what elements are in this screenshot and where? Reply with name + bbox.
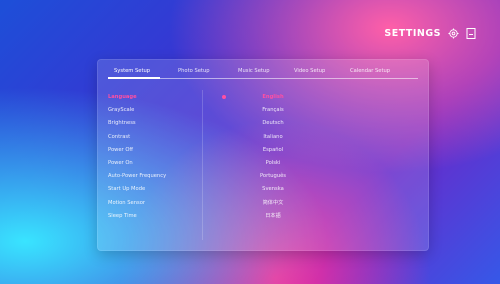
language-option-svenska[interactable]: Svenska bbox=[218, 183, 328, 196]
menu-item-sleep-time[interactable]: Sleep Time bbox=[108, 210, 200, 223]
language-list: English Français Deutsch Italiano Españo… bbox=[218, 91, 328, 223]
language-option-japanese[interactable]: 日本語 bbox=[218, 210, 328, 223]
page-title: SETTINGS bbox=[384, 27, 441, 39]
menu-item-power-on[interactable]: Power On bbox=[108, 157, 200, 170]
menu-item-brightness[interactable]: Brightness bbox=[108, 117, 200, 130]
active-tab-indicator bbox=[108, 77, 160, 79]
menu-item-language[interactable]: Language bbox=[108, 91, 200, 104]
tab-photo-setup[interactable]: Photo Setup bbox=[178, 68, 210, 74]
menu-item-start-up-mode[interactable]: Start Up Mode bbox=[108, 183, 200, 196]
language-option-simplified-chinese[interactable]: 简体中文 bbox=[218, 197, 328, 210]
tab-system-setup[interactable]: System Setup bbox=[114, 68, 150, 74]
tab-video-setup[interactable]: Video Setup bbox=[294, 68, 325, 74]
language-option-deutsch[interactable]: Deutsch bbox=[218, 117, 328, 130]
tab-calendar-setup[interactable]: Calendar Setup bbox=[350, 68, 390, 74]
file-icon[interactable] bbox=[465, 27, 477, 39]
menu-item-grayscale[interactable]: GrayScale bbox=[108, 104, 200, 117]
menu-item-motion-sensor[interactable]: Motion Sensor bbox=[108, 197, 200, 210]
menu-item-power-off[interactable]: Power Off bbox=[108, 144, 200, 157]
language-option-espanol[interactable]: Español bbox=[218, 144, 328, 157]
device-screen: SETTINGS System Setup Photo Setup Music … bbox=[7, 7, 493, 279]
language-option-english[interactable]: English bbox=[218, 91, 328, 104]
tab-music-setup[interactable]: Music Setup bbox=[238, 68, 270, 74]
menu-item-auto-power-frequency[interactable]: Auto-Power Frequency bbox=[108, 170, 200, 183]
header-bar: SETTINGS bbox=[384, 25, 477, 41]
settings-gear-icon[interactable] bbox=[447, 27, 459, 39]
settings-tabs: System Setup Photo Setup Music Setup Vid… bbox=[98, 68, 428, 82]
column-divider bbox=[202, 90, 203, 240]
language-option-polski[interactable]: Polski bbox=[218, 157, 328, 170]
menu-item-contrast[interactable]: Contrast bbox=[108, 131, 200, 144]
language-option-italiano[interactable]: Italiano bbox=[218, 131, 328, 144]
language-option-portugues[interactable]: Português bbox=[218, 170, 328, 183]
settings-panel: System Setup Photo Setup Music Setup Vid… bbox=[97, 59, 429, 251]
system-menu: Language GrayScale Brightness Contrast P… bbox=[108, 91, 200, 223]
language-option-francais[interactable]: Français bbox=[218, 104, 328, 117]
